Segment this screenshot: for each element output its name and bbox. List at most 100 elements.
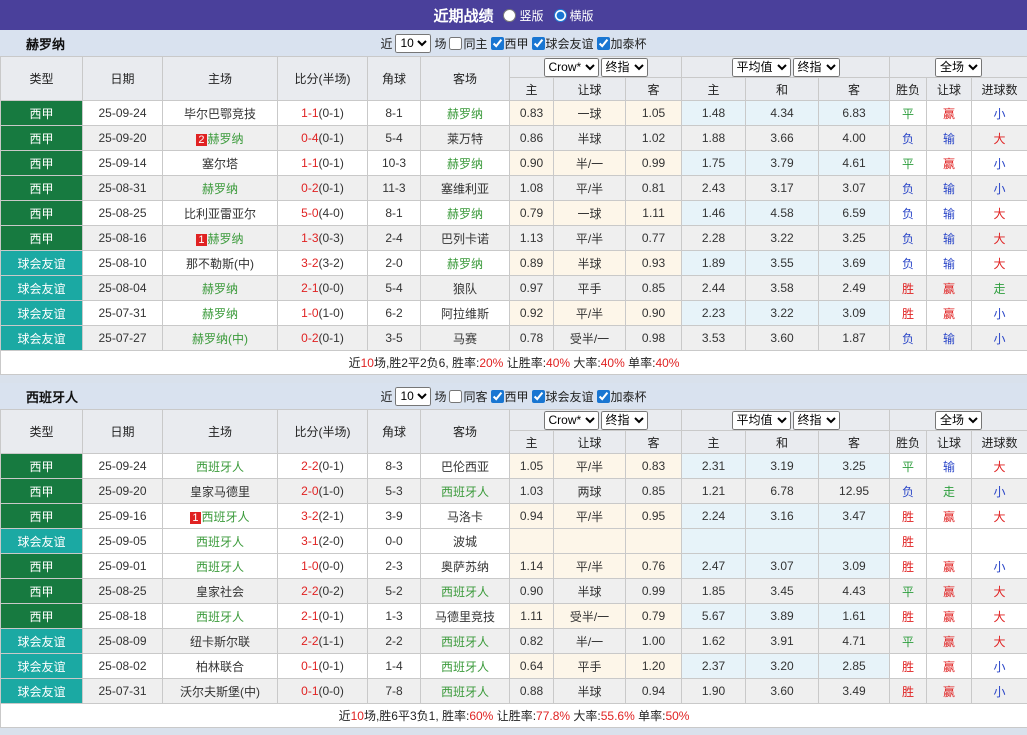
odds-away: 1.20	[626, 654, 682, 679]
away-team: 波城	[421, 529, 510, 554]
same-venue-option[interactable]: 同客	[449, 388, 487, 405]
col-score: 比分(半场)	[278, 57, 368, 101]
scope-select[interactable]: 全场	[935, 411, 982, 430]
league-checkbox-2[interactable]	[597, 390, 610, 403]
home-team-name: 塞尔塔	[202, 157, 238, 171]
matches-tbody: 西甲25-09-24毕尔巴鄂竞技1-1(0-1)8-1赫罗纳0.83一球1.05…	[1, 101, 1027, 351]
score: 1-1(0-1)	[278, 101, 368, 126]
match-row: 球会友谊25-08-10那不勒斯(中)3-2(3-2)2-0赫罗纳0.89半球0…	[1, 251, 1027, 276]
avg-source-select[interactable]: 平均值	[732, 58, 791, 77]
match-type: 西甲	[1, 101, 83, 126]
avg-home: 2.23	[682, 301, 746, 326]
match-count-select[interactable]: 10	[395, 387, 431, 406]
col-home: 主场	[163, 410, 278, 454]
fulltime-score: 1-0	[301, 306, 318, 320]
league-checkbox-0[interactable]	[491, 37, 504, 50]
avg-source-select[interactable]: 平均值	[732, 411, 791, 430]
avg-home	[682, 529, 746, 554]
odds-company-select[interactable]: Crow*	[544, 411, 599, 430]
summary-part: 60%	[469, 709, 493, 723]
league-checkbox-0[interactable]	[491, 390, 504, 403]
goals-result: 小	[972, 176, 1027, 201]
corner-score: 10-3	[368, 151, 421, 176]
avg-home: 1.48	[682, 101, 746, 126]
corner-score: 5-3	[368, 479, 421, 504]
avg-draw: 3.58	[746, 276, 819, 301]
odds-handicap	[554, 529, 626, 554]
odds-handicap: 平手	[554, 654, 626, 679]
fulltime-score: 0-2	[301, 331, 318, 345]
odds-stage-select[interactable]: 终指	[601, 411, 648, 430]
league-option-0[interactable]: 西甲	[491, 35, 529, 52]
league-checkbox-1[interactable]	[532, 390, 545, 403]
league-option-1[interactable]: 球会友谊	[532, 388, 594, 405]
same-venue-checkbox[interactable]	[449, 37, 462, 50]
sub-avg-away: 客	[819, 78, 890, 101]
match-count-select[interactable]: 10	[395, 34, 431, 53]
avg-stage-select[interactable]: 终指	[793, 58, 840, 77]
result: 平	[890, 629, 927, 654]
score: 3-2(3-2)	[278, 251, 368, 276]
match-date: 25-09-20	[83, 126, 163, 151]
odds-away: 0.83	[626, 454, 682, 479]
goals-result: 大	[972, 226, 1027, 251]
avg-away: 3.09	[819, 554, 890, 579]
league-checkbox-2[interactable]	[597, 37, 610, 50]
score: 1-0(1-0)	[278, 301, 368, 326]
layout-option-vertical[interactable]: 竖版	[503, 7, 543, 24]
goals-result: 大	[972, 201, 1027, 226]
halftime-score: (0-1)	[319, 331, 344, 345]
away-team-name: 西班牙人	[441, 635, 489, 649]
odds-away: 0.81	[626, 176, 682, 201]
home-team: 2赫罗纳	[163, 126, 278, 151]
summary-part: 大率:	[570, 709, 601, 723]
fulltime-score: 0-2	[301, 181, 318, 195]
match-date: 25-07-31	[83, 679, 163, 704]
corner-score: 8-3	[368, 454, 421, 479]
col-corner: 角球	[368, 410, 421, 454]
sub-odds-home: 主	[510, 431, 554, 454]
handicap-result: 输	[927, 176, 972, 201]
page-title: 近期战绩	[433, 5, 493, 26]
scope-select[interactable]: 全场	[935, 58, 982, 77]
odds-company-select[interactable]: Crow*	[544, 58, 599, 77]
odds-stage-select[interactable]: 终指	[601, 58, 648, 77]
league-label-2: 加泰杯	[611, 35, 647, 52]
team-section: 赫罗纳 近 10 场 同主 西甲 球会友谊	[0, 30, 1027, 375]
filter-bar: 赫罗纳 近 10 场 同主 西甲 球会友谊	[0, 30, 1027, 56]
away-team-name: 马德里竞技	[435, 610, 495, 624]
same-venue-label: 同主	[463, 35, 487, 52]
layout-radio-horizontal[interactable]	[554, 9, 567, 22]
avg-stage-select[interactable]: 终指	[793, 411, 840, 430]
league-option-0[interactable]: 西甲	[491, 388, 529, 405]
result: 胜	[890, 604, 927, 629]
avg-home: 2.31	[682, 454, 746, 479]
halftime-score: (0-0)	[319, 281, 344, 295]
avg-away: 1.87	[819, 326, 890, 351]
same-venue-checkbox[interactable]	[449, 390, 462, 403]
scope-select-group: 全场	[890, 410, 1027, 431]
layout-option-horizontal[interactable]: 横版	[554, 7, 594, 24]
league-option-1[interactable]: 球会友谊	[532, 35, 594, 52]
corner-score: 11-3	[368, 176, 421, 201]
layout-radio-vertical[interactable]	[503, 9, 516, 22]
league-option-2[interactable]: 加泰杯	[597, 35, 647, 52]
home-team: 1赫罗纳	[163, 226, 278, 251]
handicap-result: 输	[927, 126, 972, 151]
league-option-2[interactable]: 加泰杯	[597, 388, 647, 405]
handicap-result: 输	[927, 454, 972, 479]
avg-home: 2.47	[682, 554, 746, 579]
sub-avg-draw: 和	[746, 78, 819, 101]
same-venue-option[interactable]: 同主	[449, 35, 487, 52]
odds-handicap: 平手	[554, 276, 626, 301]
recent-results-page: 近期战绩 竖版 横版 赫罗纳 近 10 场 同主	[0, 0, 1027, 735]
league-checkbox-1[interactable]	[532, 37, 545, 50]
halftime-score: (3-2)	[319, 256, 344, 270]
halftime-score: (1-0)	[319, 306, 344, 320]
home-team-name: 西班牙人	[196, 535, 244, 549]
summary-part: 77.8%	[536, 709, 570, 723]
handicap-result: 赢	[927, 151, 972, 176]
goals-result: 大	[972, 126, 1027, 151]
odds-handicap: 受半/一	[554, 604, 626, 629]
league-label-1: 球会友谊	[546, 388, 594, 405]
